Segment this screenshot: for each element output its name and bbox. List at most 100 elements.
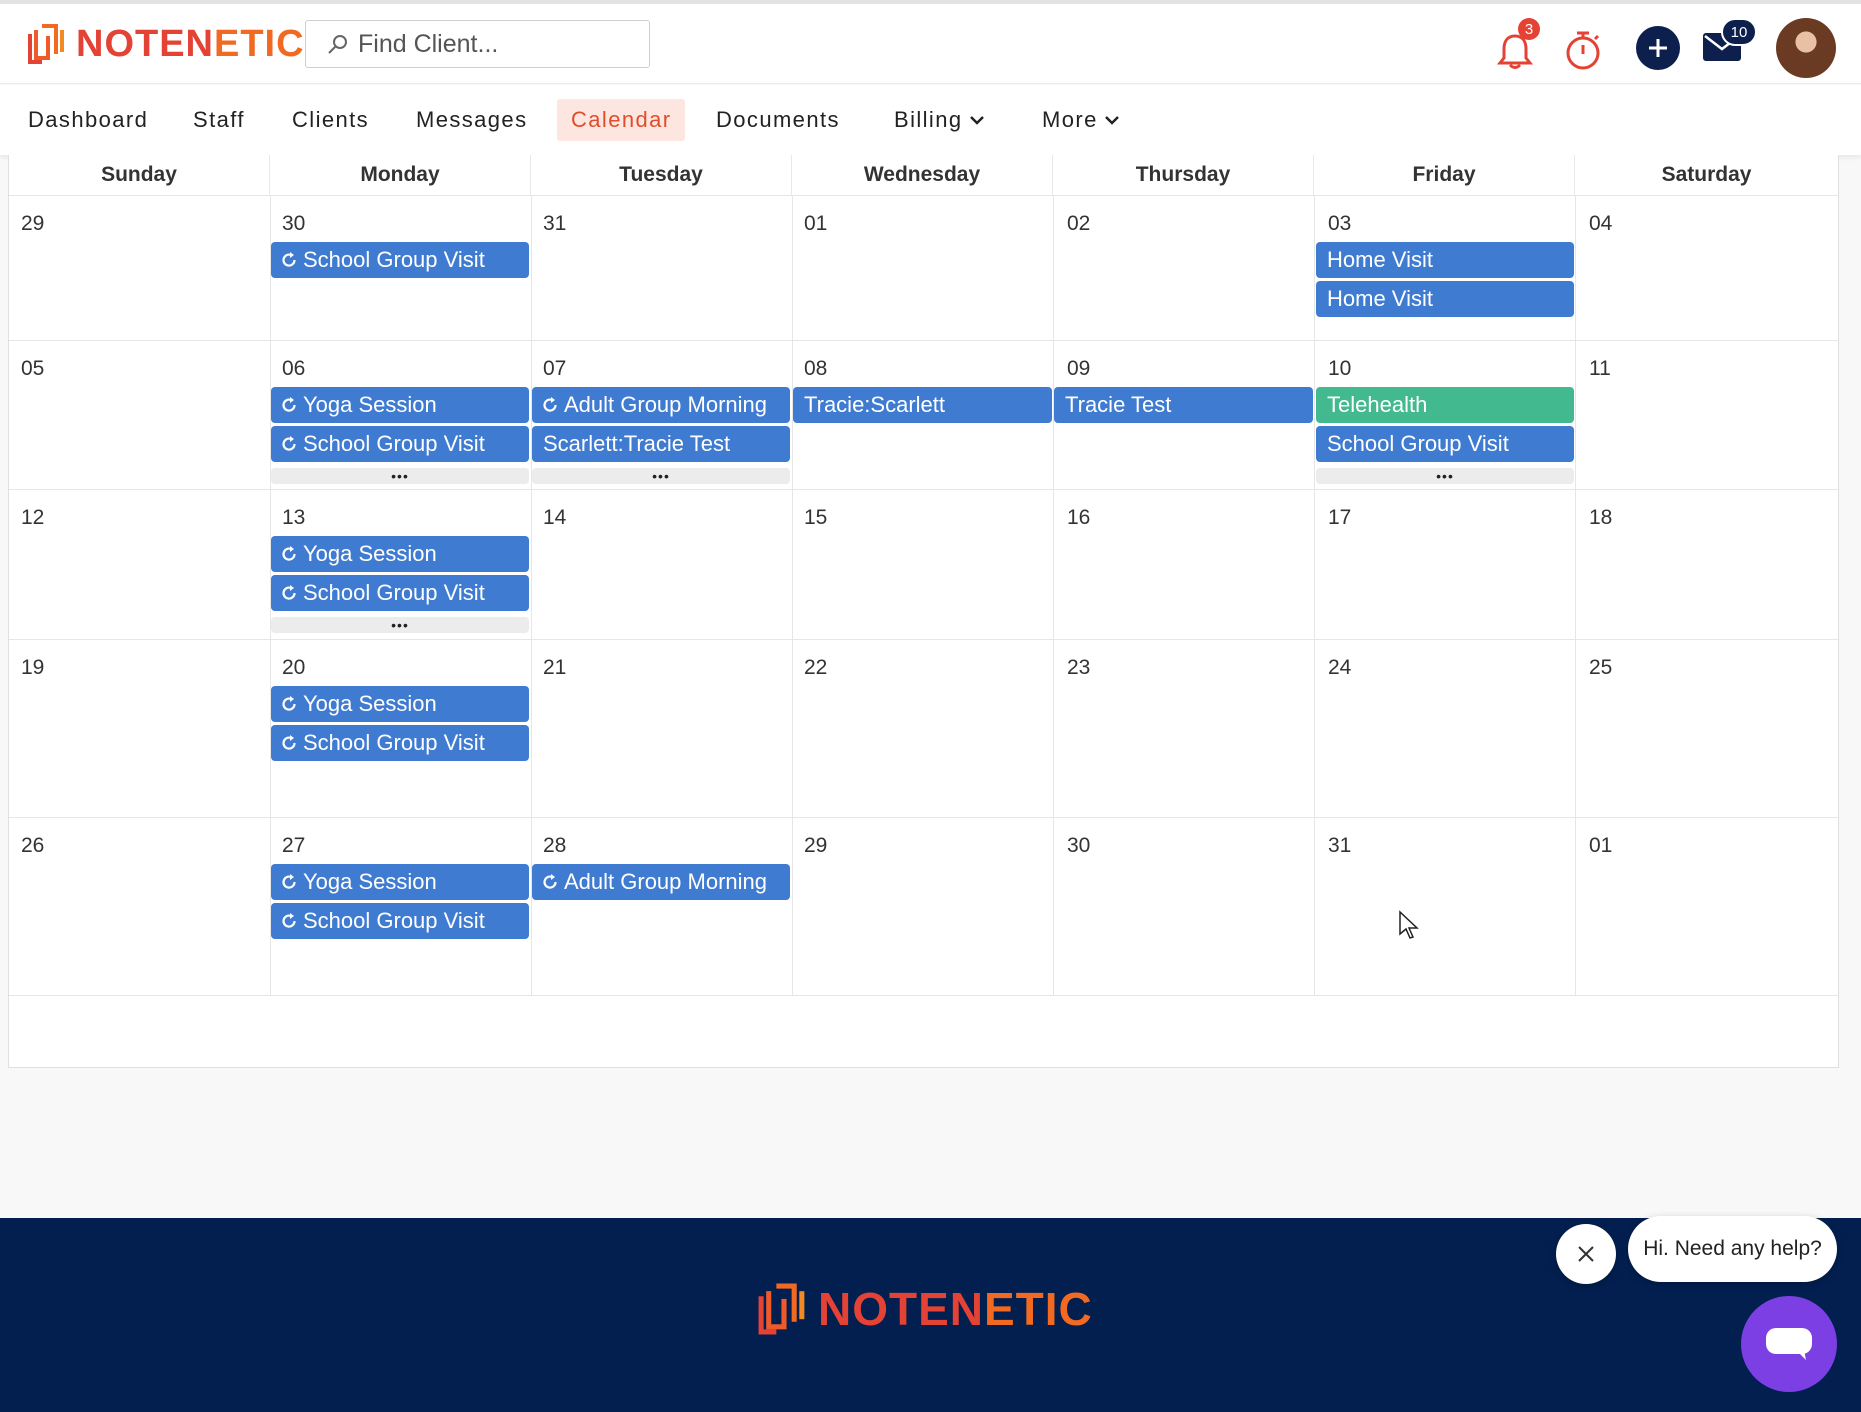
grid-line — [1053, 195, 1054, 995]
calendar-event[interactable]: School Group Visit — [271, 903, 529, 939]
calendar-event[interactable]: School Group Visit — [1316, 426, 1574, 462]
event-title: School Group Visit — [303, 247, 485, 272]
dow-monday: Monday — [270, 155, 531, 195]
day-number[interactable]: 03 — [1328, 212, 1351, 236]
day-number[interactable]: 23 — [1067, 656, 1090, 680]
nav-staff[interactable]: Staff — [179, 99, 259, 141]
recurring-icon — [543, 874, 557, 889]
dow-sunday: Sunday — [9, 155, 270, 195]
calendar-event[interactable]: Adult Group Morning — [532, 387, 790, 423]
client-search[interactable] — [305, 20, 650, 68]
event-title: Yoga Session — [303, 541, 437, 566]
nav-billing[interactable]: Billing — [880, 99, 999, 141]
day-number[interactable]: 27 — [282, 834, 305, 858]
logo-mark-icon — [28, 24, 64, 64]
more-events-button[interactable]: ••• — [1316, 468, 1574, 484]
chat-greeting[interactable]: Hi. Need any help? — [1628, 1216, 1837, 1282]
day-number[interactable]: 15 — [804, 506, 827, 530]
calendar-event[interactable]: School Group Visit — [271, 575, 529, 611]
close-icon — [1578, 1246, 1594, 1262]
day-number[interactable]: 12 — [21, 506, 44, 530]
day-number[interactable]: 09 — [1067, 357, 1090, 381]
grid-line — [792, 195, 793, 995]
month-calendar: Sunday Monday Tuesday Wednesday Thursday… — [8, 155, 1839, 1068]
grid-line — [9, 489, 1838, 490]
day-number[interactable]: 30 — [1067, 834, 1090, 858]
event-title: Yoga Session — [303, 392, 437, 417]
day-number[interactable]: 22 — [804, 656, 827, 680]
event-title: School Group Visit — [303, 730, 485, 755]
avatar[interactable] — [1776, 18, 1836, 78]
day-number[interactable]: 02 — [1067, 212, 1090, 236]
nav-dashboard[interactable]: Dashboard — [14, 99, 162, 141]
day-number[interactable]: 21 — [543, 656, 566, 680]
day-number[interactable]: 01 — [804, 212, 827, 236]
day-number[interactable]: 28 — [543, 834, 566, 858]
calendar-event[interactable]: School Group Visit — [271, 242, 529, 278]
calendar-event[interactable]: Home Visit — [1316, 281, 1574, 317]
day-number[interactable]: 06 — [282, 357, 305, 381]
day-number[interactable]: 17 — [1328, 506, 1351, 530]
day-number[interactable]: 11 — [1589, 357, 1611, 381]
calendar-event[interactable]: Adult Group Morning — [532, 864, 790, 900]
nav-messages[interactable]: Messages — [402, 99, 541, 141]
calendar-event[interactable]: Scarlett:Tracie Test — [532, 426, 790, 462]
nav-documents[interactable]: Documents — [702, 99, 854, 141]
footer-wordmark: NOTENETIC — [818, 1283, 1093, 1335]
calendar-event[interactable]: Yoga Session — [271, 387, 529, 423]
day-number[interactable]: 08 — [804, 357, 827, 381]
nav-billing-label: Billing — [894, 107, 963, 132]
calendar-event[interactable]: Tracie Test — [1054, 387, 1313, 423]
brand-logo[interactable]: NOTENETIC — [26, 20, 305, 68]
recurring-icon — [282, 874, 296, 889]
timer-icon[interactable] — [1562, 28, 1604, 72]
day-number[interactable]: 18 — [1589, 506, 1612, 530]
day-number[interactable]: 07 — [543, 357, 566, 381]
more-events-button[interactable]: ••• — [532, 468, 790, 484]
more-events-button[interactable]: ••• — [271, 468, 529, 484]
chat-close-button[interactable] — [1556, 1224, 1616, 1284]
calendar-event[interactable]: School Group Visit — [271, 426, 529, 462]
grid-line — [9, 817, 1838, 818]
day-number[interactable]: 19 — [21, 656, 44, 680]
dow-thursday: Thursday — [1053, 155, 1314, 195]
day-number[interactable]: 04 — [1589, 212, 1612, 236]
day-number[interactable]: 05 — [21, 357, 44, 381]
calendar-event[interactable]: Yoga Session — [271, 536, 529, 572]
search-input[interactable] — [358, 29, 628, 59]
calendar-event[interactable]: Tracie:Scarlett — [793, 387, 1052, 423]
calendar-event[interactable]: Home Visit — [1316, 242, 1574, 278]
nav-more-label: More — [1042, 107, 1098, 132]
nav-clients[interactable]: Clients — [278, 99, 383, 141]
event-title: Yoga Session — [303, 691, 437, 716]
day-number[interactable]: 31 — [543, 212, 566, 236]
day-number[interactable]: 25 — [1589, 656, 1612, 680]
day-number[interactable]: 10 — [1328, 357, 1351, 381]
day-number[interactable]: 31 — [1328, 834, 1351, 858]
day-number[interactable]: 26 — [21, 834, 44, 858]
day-number[interactable]: 14 — [543, 506, 566, 530]
day-number[interactable]: 20 — [282, 656, 305, 680]
calendar-event[interactable]: Yoga Session — [271, 686, 529, 722]
dow-saturday: Saturday — [1661, 163, 1752, 186]
day-number[interactable]: 30 — [282, 212, 305, 236]
bell-icon[interactable]: 3 — [1494, 18, 1540, 72]
day-number[interactable]: 01 — [1589, 834, 1612, 858]
chat-launcher-button[interactable] — [1741, 1296, 1837, 1392]
day-number[interactable]: 16 — [1067, 506, 1090, 530]
nav-calendar[interactable]: Calendar — [557, 99, 686, 141]
add-icon[interactable] — [1636, 26, 1680, 70]
app-header: NOTENETIC 3 10 — [0, 4, 1861, 84]
calendar-event[interactable]: School Group Visit — [271, 725, 529, 761]
mail-icon[interactable]: 10 — [1703, 18, 1757, 62]
day-number[interactable]: 29 — [21, 212, 44, 236]
calendar-event[interactable]: Yoga Session — [271, 864, 529, 900]
day-number[interactable]: 29 — [804, 834, 827, 858]
more-events-button[interactable]: ••• — [271, 617, 529, 633]
day-number[interactable]: 24 — [1328, 656, 1351, 680]
day-number[interactable]: 13 — [282, 506, 305, 530]
calendar-event-telehealth[interactable]: Telehealth — [1316, 387, 1574, 423]
grid-line — [1314, 195, 1315, 995]
nav-more[interactable]: More — [1028, 99, 1134, 141]
dow-tuesday: Tuesday — [531, 155, 792, 195]
